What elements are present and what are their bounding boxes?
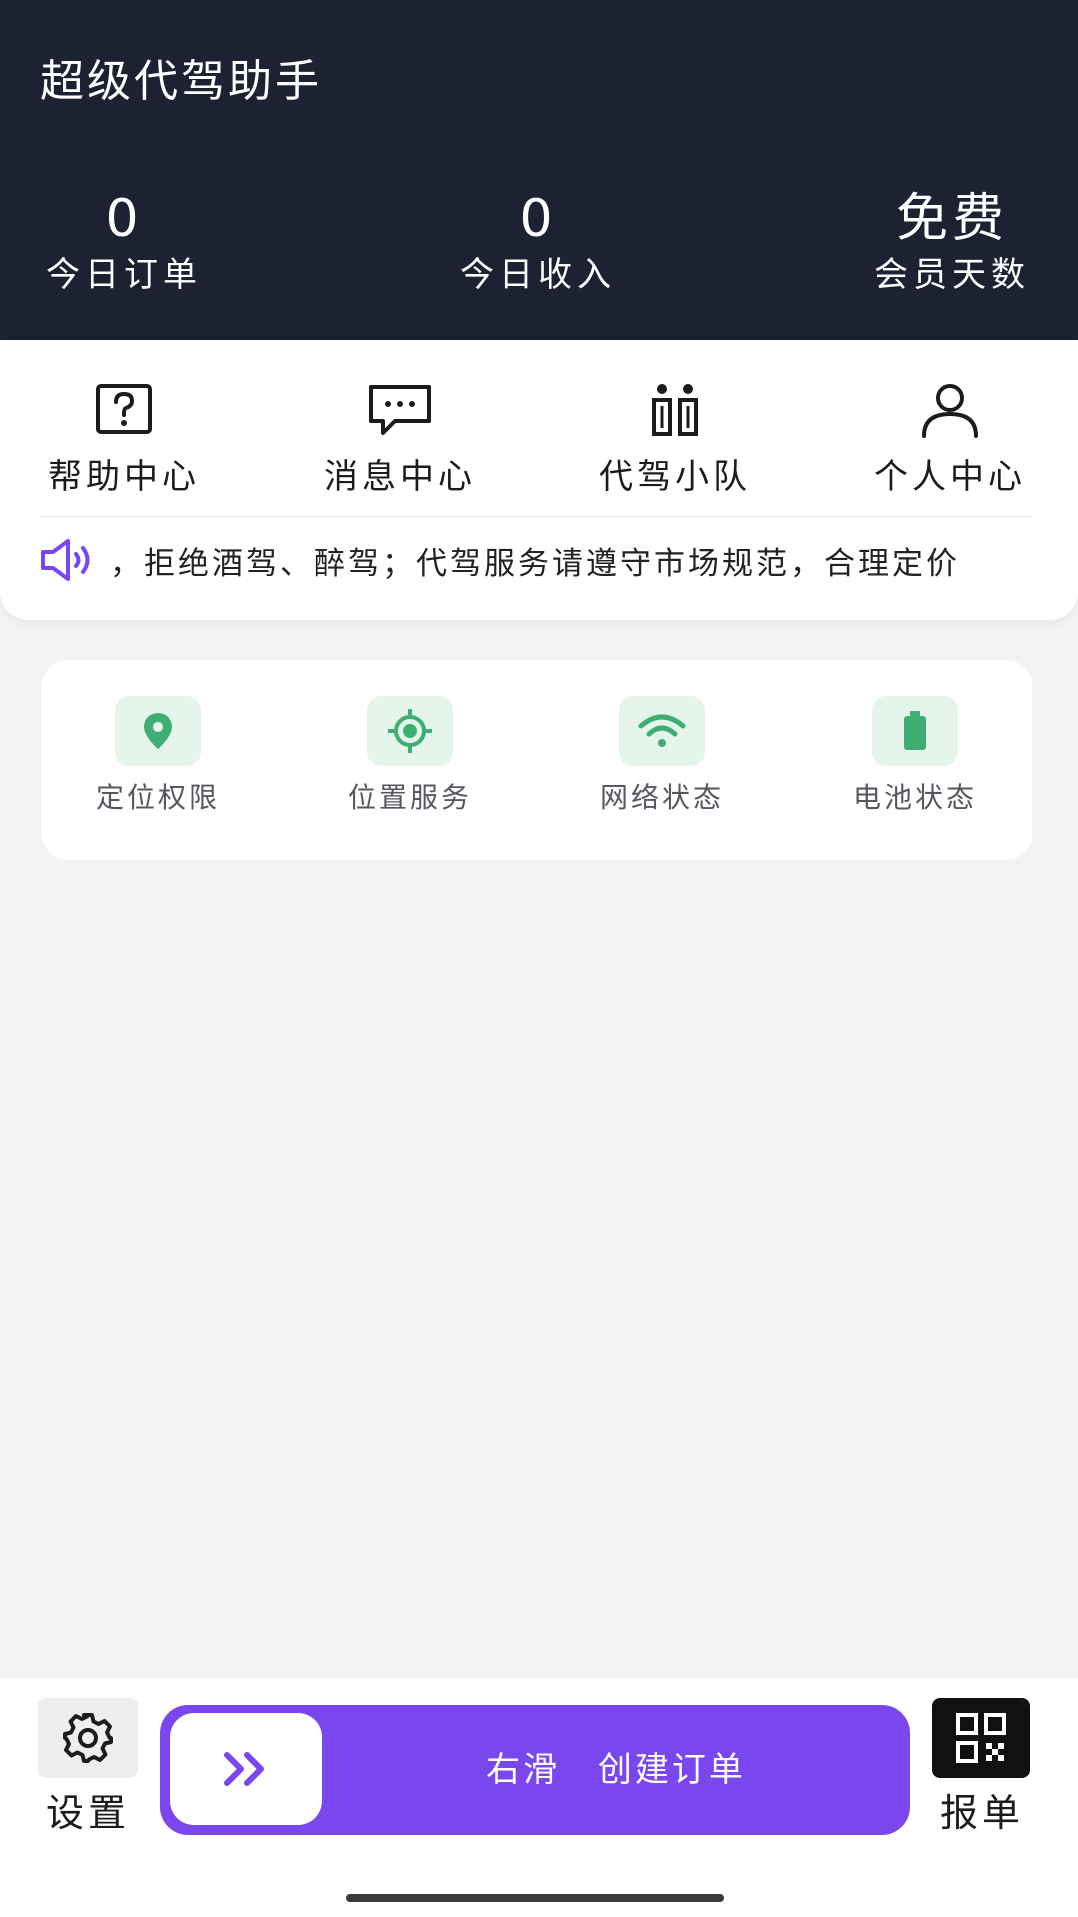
menu-item-label: 帮助中心: [48, 457, 200, 497]
battery-icon: [872, 696, 958, 766]
settings-button[interactable]: 设置: [38, 1698, 138, 1838]
swipe-create-order-slider[interactable]: 右滑 创建订单: [160, 1705, 910, 1835]
divider: [40, 516, 1032, 517]
menu-item-messages[interactable]: 消息中心: [290, 380, 510, 500]
status-label: 定位权限: [95, 781, 220, 814]
app-title: 超级代驾助手: [40, 56, 322, 107]
slider-text: 右滑 创建订单: [486, 1750, 746, 1790]
qr-code-icon: [932, 1698, 1030, 1778]
menu-item-team[interactable]: 代驾小队: [565, 380, 785, 500]
stat-today-orders[interactable]: 0 今日订单: [4, 188, 244, 298]
status-network[interactable]: 网络状态: [562, 696, 762, 818]
header: 超级代驾助手 0 今日订单 0 今日收入 免费 会员天数: [0, 0, 1078, 340]
status-location-service[interactable]: 位置服务: [310, 696, 510, 818]
menu-item-label: 消息中心: [324, 457, 476, 497]
bottom-bar: 设置 右滑 创建订单 报单: [0, 1678, 1078, 1917]
stat-member-days[interactable]: 免费 会员天数: [832, 188, 1072, 298]
stat-value: 0: [519, 189, 557, 249]
menu-item-help[interactable]: 帮助中心: [14, 380, 234, 500]
user-icon: [840, 380, 1060, 440]
gps-target-icon: [367, 696, 453, 766]
settings-label: 设置: [45, 1791, 130, 1835]
notice-bar[interactable]: ，拒绝酒驾、醉驾；代驾服务请遵守市场规范，合理定价: [40, 530, 1032, 590]
stat-value: 免费: [895, 189, 1008, 249]
menu-item-label: 个人中心: [874, 457, 1026, 497]
report-label: 报单: [939, 1791, 1024, 1835]
wifi-icon: [619, 696, 705, 766]
status-label: 电池状态: [852, 781, 977, 814]
team-icon: [565, 380, 785, 440]
location-pin-icon: [115, 696, 201, 766]
home-indicator[interactable]: [346, 1894, 724, 1902]
report-button[interactable]: 报单: [932, 1698, 1032, 1838]
stat-value: 0: [105, 189, 143, 249]
notice-text: ，拒绝酒驾、醉驾；代驾服务请遵守市场规范，合理定价: [110, 545, 960, 582]
status-location-permission[interactable]: 定位权限: [58, 696, 258, 818]
slider-handle[interactable]: [170, 1713, 322, 1825]
status-battery[interactable]: 电池状态: [815, 696, 1015, 818]
double-chevron-right-icon: [224, 1752, 264, 1786]
stat-today-income[interactable]: 0 今日收入: [418, 188, 658, 298]
gear-icon: [38, 1698, 138, 1778]
speaker-icon: [41, 539, 90, 581]
menu-card: 帮助中心 消息中心 代驾小队 个人中心 ，拒绝酒驾、醉驾；代驾服务请遵守市场规范…: [0, 340, 1078, 620]
stat-label: 今日订单: [46, 255, 202, 295]
status-label: 网络状态: [599, 781, 724, 814]
menu-item-label: 代驾小队: [599, 457, 751, 497]
status-label: 位置服务: [347, 781, 472, 814]
help-icon: [14, 380, 234, 440]
menu-item-profile[interactable]: 个人中心: [840, 380, 1060, 500]
message-icon: [290, 380, 510, 440]
stat-label: 今日收入: [460, 255, 616, 295]
stat-label: 会员天数: [874, 255, 1030, 295]
device-status-card: 定位权限 位置服务 网络状态 电池状态: [42, 660, 1032, 860]
